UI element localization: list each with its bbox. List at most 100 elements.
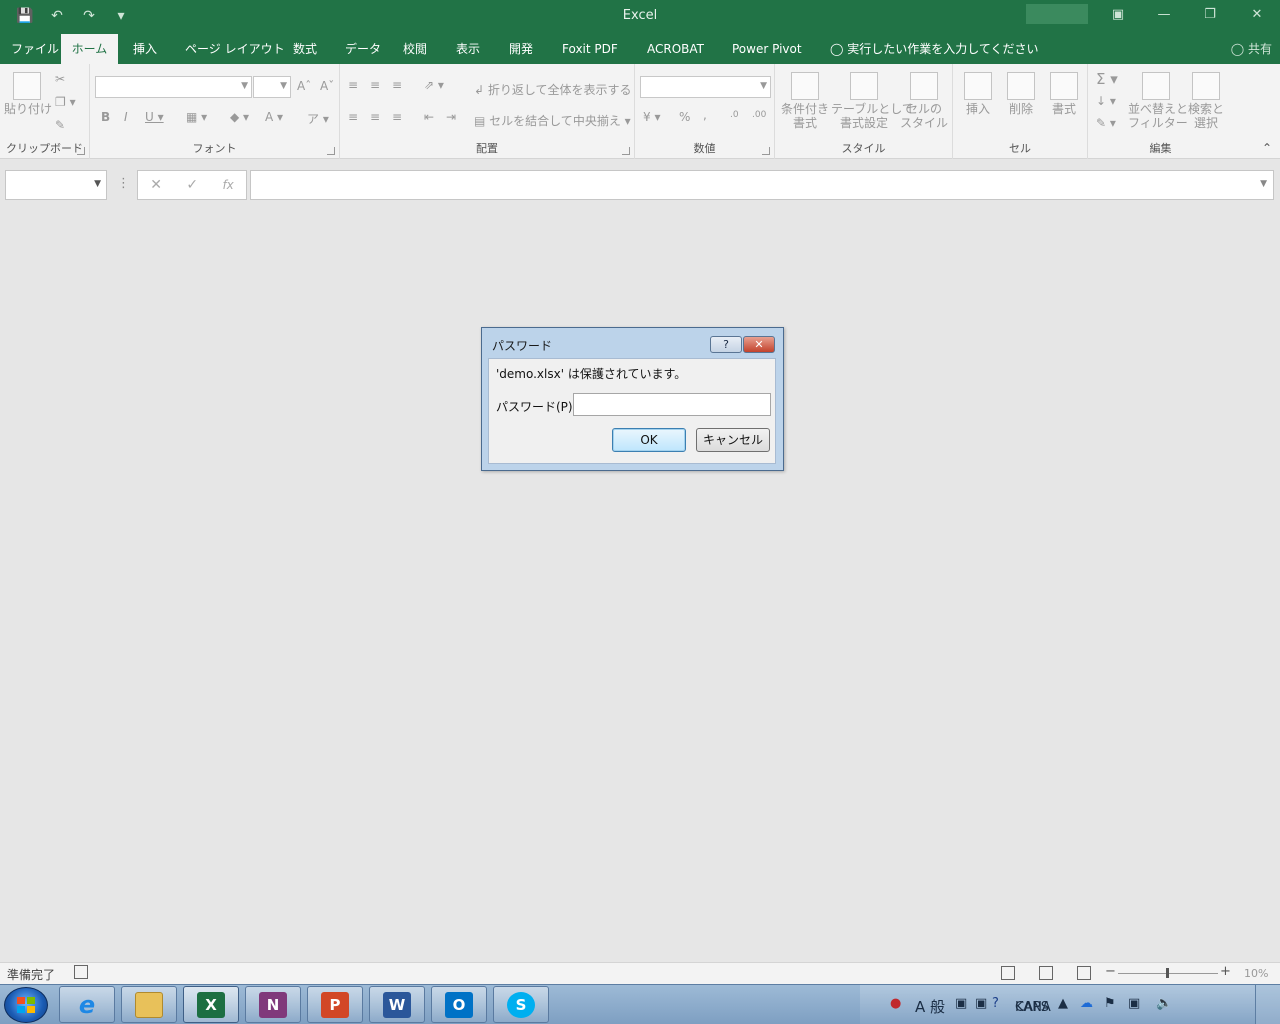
format-painter-icon[interactable]: ✎ (55, 118, 65, 132)
expand-formula-icon[interactable]: ▼ (1260, 179, 1267, 189)
ime-help-icon[interactable]: ? (992, 996, 999, 1011)
ime-pad-icon[interactable]: ▣ (955, 996, 967, 1011)
currency-icon[interactable]: ¥ ▾ (643, 110, 660, 124)
align-left-icon[interactable]: ≡ (348, 110, 358, 124)
enter-icon[interactable]: ✓ (186, 177, 198, 193)
tell-me-search[interactable]: ◯ 実行したい作業を入力してください (820, 34, 1049, 64)
align-center-icon[interactable]: ≡ (370, 110, 380, 124)
font-name-select[interactable]: ▼ (95, 76, 252, 98)
tab-power-pivot[interactable]: Power Pivot (722, 34, 812, 64)
tab-developer[interactable]: 開発 (499, 34, 543, 64)
dialog-close-button[interactable]: ✕ (743, 336, 775, 353)
decrease-font-icon[interactable]: Aˇ (320, 79, 334, 93)
tab-data[interactable]: データ (335, 34, 391, 64)
network-icon[interactable]: ▣ (1128, 996, 1140, 1011)
border-icon[interactable]: ▦ ▾ (186, 110, 207, 124)
italic-icon[interactable]: I (124, 110, 128, 124)
formula-input[interactable]: ▼ (250, 170, 1274, 200)
help-button[interactable]: ? (710, 336, 742, 353)
taskbar-skype[interactable]: S (493, 986, 549, 1023)
insert-function-icon[interactable]: fx (222, 178, 233, 192)
align-top-icon[interactable]: ≡ (348, 78, 358, 92)
fill-color-icon[interactable]: ◆ ▾ (230, 110, 249, 124)
clipboard-launcher-icon[interactable] (77, 147, 85, 155)
cancel-icon[interactable]: ✕ (150, 177, 162, 193)
format-cells-button[interactable]: 書式 (1045, 72, 1083, 116)
cell-styles-button[interactable]: セルの スタイル (899, 72, 949, 130)
fill-icon[interactable]: ↓ ▾ (1096, 94, 1116, 108)
share-button[interactable]: ◯ 共有 (1231, 34, 1272, 64)
zoom-out-button[interactable]: − (1105, 964, 1116, 979)
close-button[interactable]: ✕ (1243, 4, 1271, 26)
font-color-icon[interactable]: A ▾ (265, 110, 283, 124)
taskbar-excel[interactable]: X (183, 986, 239, 1023)
name-box[interactable]: ▼ (5, 170, 107, 200)
zoom-in-button[interactable]: + (1220, 964, 1231, 979)
merge-center-button[interactable]: ▤ セルを結合して中央揃え ▾ (474, 112, 631, 129)
tab-acrobat[interactable]: ACROBAT (637, 34, 714, 64)
percent-icon[interactable]: % (679, 110, 690, 124)
zoom-level[interactable]: 10% (1244, 967, 1268, 980)
number-launcher-icon[interactable] (762, 147, 770, 155)
account-area[interactable] (1026, 4, 1088, 24)
start-button[interactable] (4, 987, 48, 1023)
macro-record-icon[interactable] (74, 965, 88, 979)
taskbar-outlook[interactable]: O (431, 986, 487, 1023)
orientation-icon[interactable]: ⇗ ▾ (424, 78, 444, 92)
page-layout-view-icon[interactable] (1039, 966, 1053, 980)
format-as-table-button[interactable]: テーブルとして 書式設定 (831, 72, 914, 130)
tab-review[interactable]: 校閲 (393, 34, 437, 64)
ribbon-display-options-icon[interactable]: ▣ (1104, 4, 1132, 26)
conditional-formatting-button[interactable]: 条件付き 書式 (780, 72, 830, 130)
clear-icon[interactable]: ✎ ▾ (1096, 116, 1116, 130)
taskbar-onenote[interactable]: N (245, 986, 301, 1023)
underline-icon[interactable]: U ▾ (145, 110, 164, 124)
minimize-button[interactable]: — (1150, 4, 1178, 26)
taskbar-word[interactable]: W (369, 986, 425, 1023)
wrap-text-button[interactable]: ↲ 折り返して全体を表示する (474, 81, 632, 98)
ime-tools-icon[interactable]: ▣ (975, 996, 987, 1011)
number-format-select[interactable]: ▼ (640, 76, 771, 98)
password-field[interactable] (573, 393, 771, 416)
taskbar-ie[interactable]: e (59, 986, 115, 1023)
decrease-indent-icon[interactable]: ⇤ (424, 110, 434, 124)
align-right-icon[interactable]: ≡ (392, 110, 402, 124)
taskbar-powerpoint[interactable]: P (307, 986, 363, 1023)
tab-view[interactable]: 表示 (446, 34, 490, 64)
insert-cells-button[interactable]: 挿入 (959, 72, 997, 116)
tab-home[interactable]: ホーム (61, 34, 118, 64)
restore-button[interactable]: ❐ (1196, 4, 1224, 26)
phonetic-icon[interactable]: ア ▾ (307, 110, 329, 127)
alignment-launcher-icon[interactable] (622, 147, 630, 155)
increase-indent-icon[interactable]: ⇥ (446, 110, 456, 124)
taskbar-explorer[interactable] (121, 986, 177, 1023)
show-hidden-icons[interactable]: ▲ (1058, 996, 1068, 1011)
cancel-button[interactable]: キャンセル (696, 428, 770, 452)
sort-filter-button[interactable]: 並べ替えと フィルター (1128, 72, 1188, 130)
paste-button[interactable]: 貼り付け (4, 72, 52, 116)
volume-icon[interactable]: 🔈 (1156, 996, 1172, 1011)
ime-toolbar-icon[interactable]: ● (890, 996, 901, 1011)
comma-icon[interactable]: , (703, 108, 707, 122)
ime-mode-indicator[interactable]: A 般 (915, 996, 945, 1017)
action-center-flag-icon[interactable]: ⚑ (1104, 996, 1116, 1011)
tab-page-layout[interactable]: ページ レイアウト (175, 34, 295, 64)
increase-font-icon[interactable]: Aˆ (297, 79, 311, 93)
ok-button[interactable]: OK (612, 428, 686, 452)
tab-formulas[interactable]: 数式 (283, 34, 327, 64)
decrease-decimal-icon[interactable]: .00 (752, 110, 766, 120)
align-middle-icon[interactable]: ≡ (370, 78, 380, 92)
collapse-ribbon-icon[interactable]: ⌃ (1262, 141, 1272, 155)
delete-cells-button[interactable]: 削除 (1002, 72, 1040, 116)
font-size-select[interactable]: ▼ (253, 76, 291, 98)
tab-file[interactable]: ファイル (1, 34, 69, 64)
normal-view-icon[interactable] (1001, 966, 1015, 980)
font-launcher-icon[interactable] (327, 147, 335, 155)
autosum-icon[interactable]: Σ ▾ (1096, 70, 1118, 88)
show-desktop-button[interactable] (1255, 985, 1280, 1024)
page-break-view-icon[interactable] (1077, 966, 1091, 980)
zoom-slider-thumb[interactable] (1166, 968, 1169, 978)
bold-icon[interactable]: B (101, 110, 110, 124)
increase-decimal-icon[interactable]: .0 (730, 110, 739, 120)
find-select-button[interactable]: 検索と 選択 (1186, 72, 1226, 130)
